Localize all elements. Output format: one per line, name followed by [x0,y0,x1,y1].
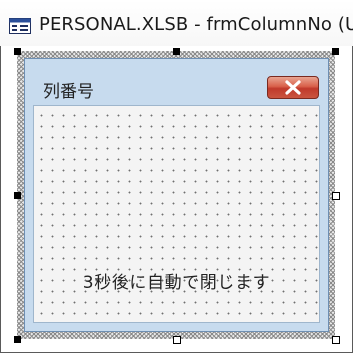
resize-handle-top-right[interactable] [332,48,339,55]
userform-titlebar[interactable]: 列番号 [25,59,328,104]
designer-window-title: PERSONAL.XLSB - frmColumnNo (Us [39,14,353,35]
resize-handle-bottom-left[interactable] [14,336,21,343]
resize-handle-bottom-center[interactable] [173,336,181,344]
close-button[interactable] [267,76,319,99]
close-icon [285,80,301,95]
auto-close-label: 3秒後に自動で閉じます [82,273,271,293]
userform-caption: 列番号 [43,82,94,102]
resize-handle-middle-left[interactable] [14,192,21,199]
resize-handle-middle-right[interactable] [332,192,340,200]
userform-designer-icon [9,18,31,34]
resize-handle-top-center[interactable] [173,48,180,55]
designer-window-titlebar[interactable]: PERSONAL.XLSB - frmColumnNo (Us [0,0,353,46]
userform[interactable]: 列番号 3秒後に自動で閉じます [24,58,329,332]
userform-client-area[interactable]: 3秒後に自動で閉じます [33,105,320,323]
resize-handle-bottom-right[interactable] [332,336,340,344]
resize-handle-top-left[interactable] [14,48,21,55]
